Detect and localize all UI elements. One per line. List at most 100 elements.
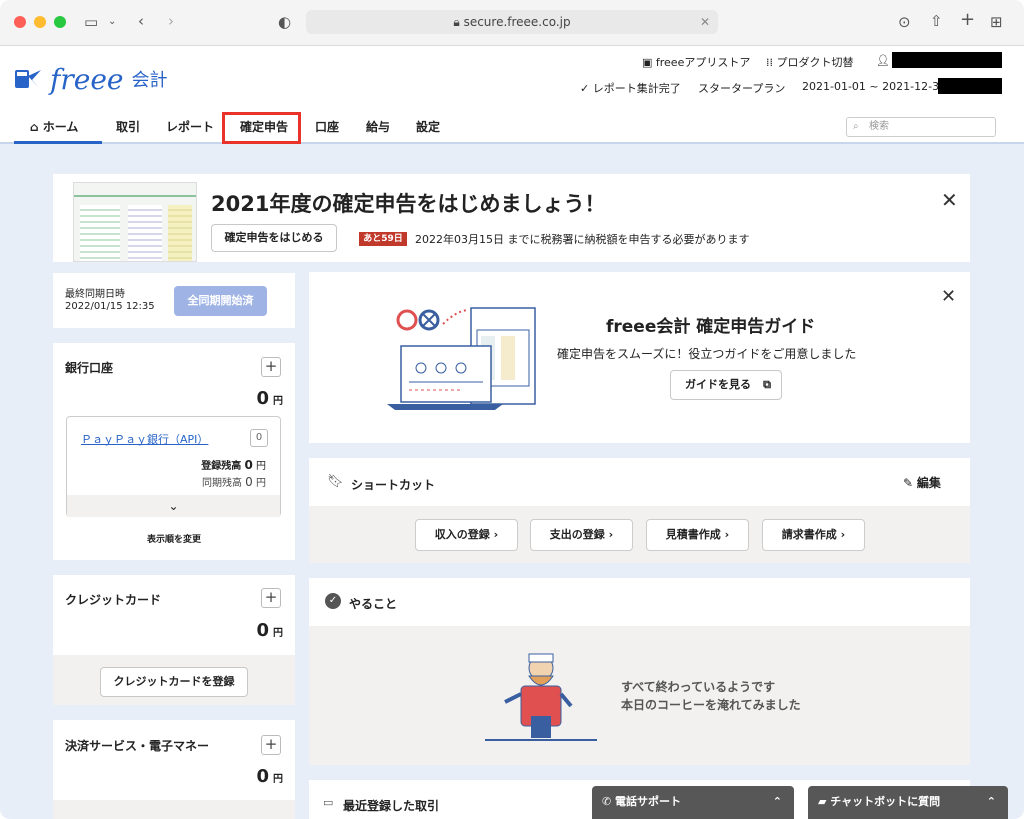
phone-support-button[interactable]: ✆ 電話サポート ⌃ xyxy=(592,786,794,819)
calculator-bird-icon xyxy=(15,70,41,88)
phone-support-label: 電話サポート xyxy=(615,795,682,808)
nav-home[interactable]: ⌂ ホーム xyxy=(14,110,102,144)
credit-title: クレジットカード xyxy=(65,593,162,607)
todo-title: やること xyxy=(349,597,398,611)
bank-total: 0円 xyxy=(256,388,283,409)
download-icon[interactable]: ⊙ xyxy=(898,14,911,30)
shortcut-estimate-label: 見積書作成 xyxy=(665,528,721,541)
period-label[interactable]: 2021-01-01 ~ 2021-12-31 xyxy=(802,80,946,93)
todo-message-2: 本日のコーヒーを淹れてみました xyxy=(621,698,801,712)
shortcut-invoice[interactable]: 請求書作成 › xyxy=(762,519,865,551)
new-tab-icon[interactable]: + xyxy=(960,11,975,29)
edit-shortcut-button[interactable]: ✎ 編集 xyxy=(903,474,941,491)
full-sync-button[interactable]: 全同期開始済 xyxy=(174,286,267,316)
external-link-icon: ⧉ xyxy=(763,378,771,391)
payment-title: 決済サービス・電子マネー xyxy=(65,739,210,753)
view-guide-button[interactable]: ガイドを見る ⧉ xyxy=(670,370,782,400)
url-text: secure.freee.co.jp xyxy=(463,15,571,29)
registered-label: 登録残高 xyxy=(201,461,242,472)
close-guide-icon[interactable]: ✕ xyxy=(941,286,956,307)
share-icon[interactable]: ⇧ xyxy=(930,13,943,29)
tax-return-banner: 2021年度の確定申告をはじめましょう！ 確定申告をはじめる あと59日 202… xyxy=(53,174,970,262)
logo-word: freee xyxy=(50,62,124,96)
add-bank-icon[interactable]: + xyxy=(261,357,281,377)
sidebar-icon[interactable]: ▭ xyxy=(84,14,98,30)
payment-total-unit: 円 xyxy=(273,774,283,785)
edit-shortcut-label: 編集 xyxy=(916,476,941,490)
browser-titlebar: ▭ ⌄ ‹ › ◐ 🔒︎ secure.freee.co.jp ✕ ⊙ ⇧ + ⊞ xyxy=(0,0,1024,46)
expand-chevron-icon[interactable]: ⌄ xyxy=(67,495,280,517)
guide-illustration xyxy=(387,307,536,410)
search-input[interactable]: ⌕ 検索 xyxy=(846,117,996,137)
guide-subtitle: 確定申告をスムーズに！役立つガイドをご用意しました xyxy=(557,347,857,361)
pencil-icon: ✎ xyxy=(903,476,917,490)
minimize-window-button[interactable] xyxy=(34,16,46,28)
user-icon[interactable]: 👤︎ xyxy=(876,54,890,67)
nav-accounts[interactable]: 口座 xyxy=(315,110,339,144)
add-credit-icon[interactable]: + xyxy=(261,588,281,608)
grid-icon: ⁞⁞ xyxy=(766,56,777,69)
clear-url-icon[interactable]: ✕ xyxy=(700,10,710,34)
deadline-text: 2022年03月15日 までに税務署に納税額を申告する必要があります xyxy=(415,233,750,246)
chevron-right-icon: › xyxy=(608,528,614,541)
product-switch-link[interactable]: ⁞⁞ プロダクト切替 xyxy=(766,54,854,70)
registered-value: 0 xyxy=(244,458,253,472)
zoom-window-button[interactable] xyxy=(54,16,66,28)
forward-icon[interactable]: › xyxy=(168,13,174,29)
nav-payroll[interactable]: 給与 xyxy=(366,110,390,144)
shortcut-invoice-label: 請求書作成 xyxy=(781,528,837,541)
recent-title: 最近登録した取引 xyxy=(343,799,440,813)
chatbot-button[interactable]: ▰ チャットボットに質問 ⌃ xyxy=(808,786,1008,819)
add-payment-icon[interactable]: + xyxy=(261,735,281,755)
credit-total-unit: 円 xyxy=(273,628,283,639)
chevron-right-icon: › xyxy=(724,528,730,541)
nav-transactions[interactable]: 取引 xyxy=(116,110,140,144)
start-tax-return-button[interactable]: 確定申告をはじめる xyxy=(211,224,337,252)
redacted-user-name xyxy=(892,52,1002,68)
shield-icon[interactable]: ◐ xyxy=(278,14,291,30)
guide-card: freee会計 確定申告ガイド 確定申告をスムーズに！役立つガイドをご用意しまし… xyxy=(309,272,970,443)
bank-account-link[interactable]: ＰａｙＰａｙ銀行（API） xyxy=(81,431,208,447)
banner-title: 2021年度の確定申告をはじめましょう！ xyxy=(211,192,606,216)
bank-total-unit: 円 xyxy=(273,396,283,407)
shortcut-title: ショートカット xyxy=(351,478,436,492)
todo-message-1: すべて終わっているようです xyxy=(621,680,776,694)
registered-unit: 円 xyxy=(256,461,266,472)
sync-card: 最終同期日時 2022/01/15 12:35 全同期開始済 xyxy=(53,273,295,328)
sync-datetime: 2022/01/15 12:35 xyxy=(65,301,155,312)
lock-icon: 🔒︎ xyxy=(453,15,464,29)
credit-card-card: クレジットカード + 0円 クレジットカードを登録 xyxy=(53,575,295,705)
shortcut-expense[interactable]: 支出の登録 › xyxy=(530,519,633,551)
app-store-link[interactable]: ▣ freeeアプリストア xyxy=(642,54,750,70)
freee-logo[interactable]: freee 会計 xyxy=(14,62,167,96)
address-bar[interactable]: 🔒︎ secure.freee.co.jp ✕ xyxy=(306,10,718,34)
credit-total-value: 0 xyxy=(256,620,269,641)
close-window-button[interactable] xyxy=(14,16,26,28)
nav-reports[interactable]: レポート xyxy=(166,110,214,144)
app-store-icon: ▣ xyxy=(642,56,656,69)
bank-account-badge: 0 xyxy=(250,429,268,447)
reorder-link[interactable]: 表示順を変更 xyxy=(53,532,295,545)
shortcut-income-label: 収入の登録 xyxy=(434,528,490,541)
shortcut-expense-label: 支出の登録 xyxy=(549,528,605,541)
plan-label[interactable]: スタータープラン xyxy=(698,80,785,96)
payment-total: 0円 xyxy=(256,766,283,787)
tab-overview-icon[interactable]: ⊞ xyxy=(990,14,1003,30)
search-icon: ⌕ xyxy=(853,121,859,132)
phone-icon: ✆ xyxy=(602,795,616,808)
register-credit-button[interactable]: クレジットカードを登録 xyxy=(100,667,248,697)
barista-illustration xyxy=(485,653,597,741)
back-icon[interactable]: ‹ xyxy=(138,13,144,29)
chevron-up-icon: ⌃ xyxy=(986,795,996,808)
bank-account-item: ＰａｙＰａｙ銀行（API） 0 登録残高 0 円 同期残高 0 円 ⌄ xyxy=(66,416,281,517)
nav-settings[interactable]: 設定 xyxy=(416,110,440,144)
synced-value: 0 xyxy=(245,475,253,489)
report-status[interactable]: ✓ レポート集計完了 xyxy=(580,80,681,96)
tax-form-image xyxy=(73,182,197,262)
shortcut-card: 🔖︎ ショートカット ✎ 編集 xyxy=(309,458,970,563)
chevron-down-icon[interactable]: ⌄ xyxy=(108,14,116,30)
nav-home-label: ホーム xyxy=(42,120,79,134)
close-banner-icon[interactable]: ✕ xyxy=(941,188,958,212)
shortcut-income[interactable]: 収入の登録 › xyxy=(415,519,518,551)
shortcut-estimate[interactable]: 見積書作成 › xyxy=(646,519,749,551)
